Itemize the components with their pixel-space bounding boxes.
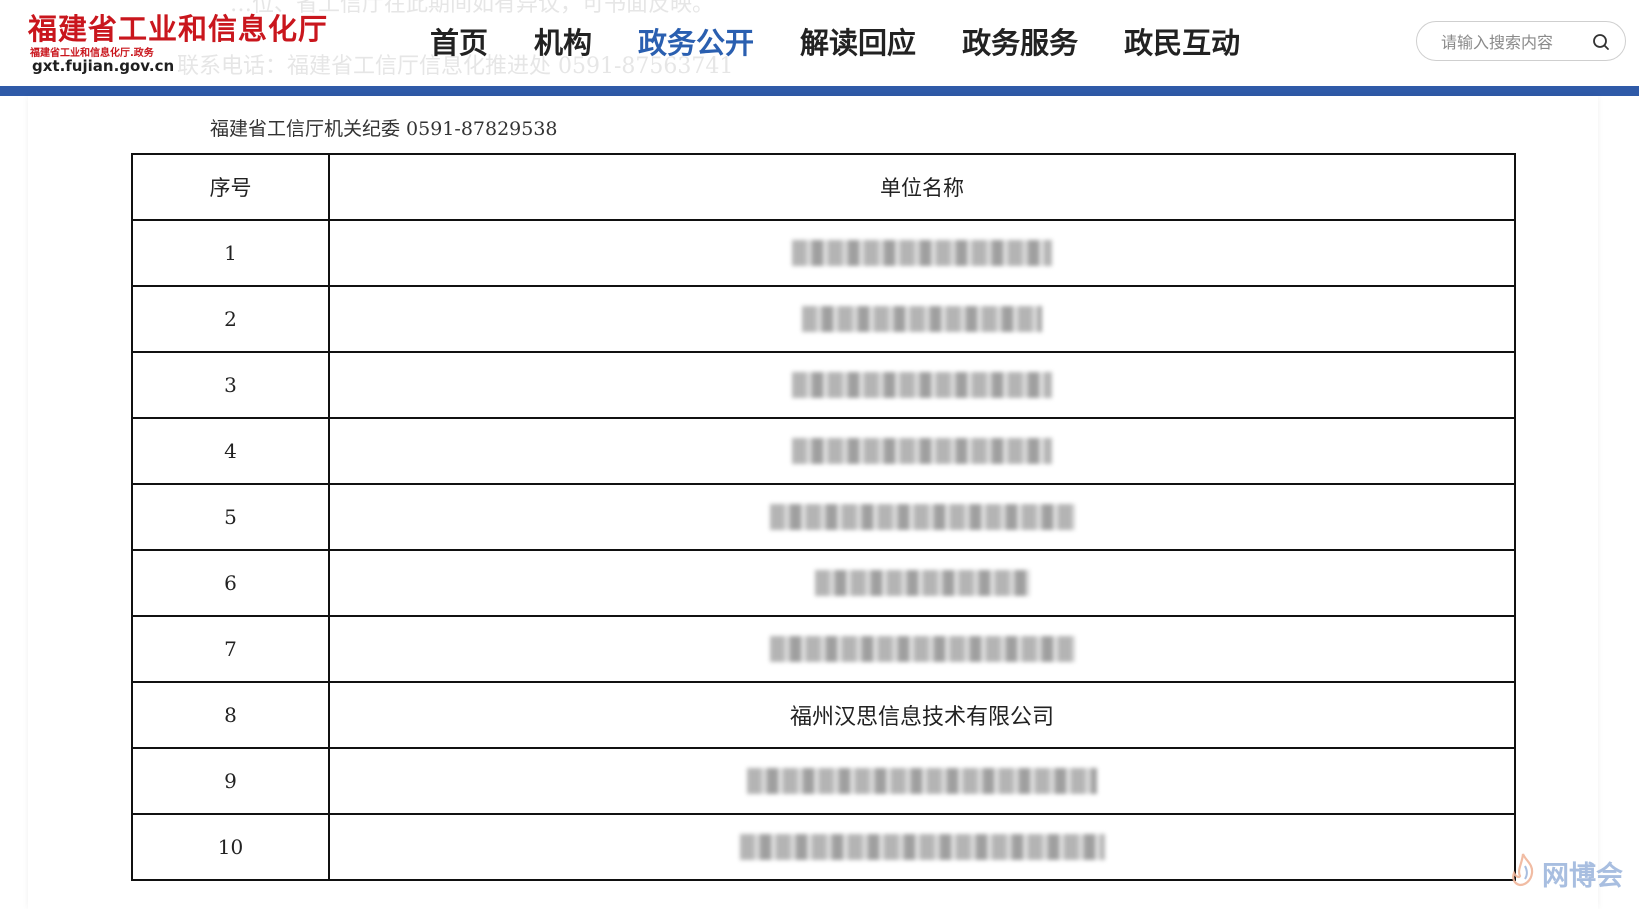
- unit-name-cell: [328, 747, 1516, 815]
- row-index: 9: [131, 747, 330, 815]
- redacted-unit-name: [802, 306, 1042, 332]
- row-index: 8: [131, 681, 330, 749]
- unit-name-cell: [328, 549, 1516, 617]
- nav-item-interpretation[interactable]: 解读回应: [800, 20, 916, 66]
- units-table: 序号 单位名称 1 2 3 4 5 6 7 8 福州汉思信息技术有限公司 9 10: [131, 153, 1516, 881]
- table-row: 4: [131, 417, 1516, 485]
- row-index: 7: [131, 615, 330, 683]
- unit-name-cell: [328, 483, 1516, 551]
- row-index: 2: [131, 285, 330, 353]
- unit-name-cell: [328, 615, 1516, 683]
- unit-name-cell: [328, 351, 1516, 419]
- main-nav: 首页 机构 政务公开 解读回应 政务服务 政民互动: [430, 20, 1286, 66]
- redacted-unit-name: [792, 240, 1052, 266]
- logo-title: 福建省工业和信息化厅: [28, 12, 329, 46]
- page: …位、省工信厅在此期间如有异议，可书面反映。 福建省工业和信息化厅 福建省工业和…: [0, 0, 1639, 909]
- redacted-unit-name: [792, 438, 1052, 464]
- unit-name-cell: [328, 417, 1516, 485]
- row-index: 3: [131, 351, 330, 419]
- flame-icon: [1508, 849, 1538, 895]
- table-row: 9: [131, 747, 1516, 815]
- redacted-unit-name: [747, 768, 1097, 794]
- table-row: 5: [131, 483, 1516, 551]
- search-box: [1416, 21, 1626, 61]
- search-input[interactable]: [1439, 29, 1583, 55]
- search-icon[interactable]: [1591, 32, 1611, 52]
- table-row: 1: [131, 219, 1516, 287]
- nav-item-home[interactable]: 首页: [430, 20, 488, 66]
- row-index: 5: [131, 483, 330, 551]
- row-index: 10: [131, 813, 330, 881]
- row-index: 4: [131, 417, 330, 485]
- table-row: 10: [131, 813, 1516, 881]
- unit-name: 福州汉思信息技术有限公司: [789, 705, 1054, 730]
- table-body: 1 2 3 4 5 6 7 8 福州汉思信息技术有限公司 9 10: [131, 219, 1516, 881]
- redacted-unit-name: [769, 636, 1075, 662]
- logo-url: gxt.fujian.gov.cn: [32, 57, 175, 75]
- column-header-index: 序号: [131, 153, 330, 221]
- row-index: 1: [131, 219, 330, 287]
- table-row: 3: [131, 351, 1516, 419]
- unit-name-cell: 福州汉思信息技术有限公司: [328, 681, 1516, 749]
- unit-name-cell: [328, 219, 1516, 287]
- contact-line: 福建省工信厅机关纪委 0591-87829538: [210, 118, 558, 140]
- header-accent-bar: [0, 86, 1639, 96]
- nav-item-organization[interactable]: 机构: [534, 20, 592, 66]
- row-index: 6: [131, 549, 330, 617]
- site-header: 福建省工业和信息化厅 福建省工业和信息化厅.政务 gxt.fujian.gov.…: [0, 0, 1639, 86]
- redacted-unit-name: [739, 834, 1105, 860]
- table-row: 8 福州汉思信息技术有限公司: [131, 681, 1516, 749]
- table-row: 7: [131, 615, 1516, 683]
- watermark: 网博会: [1508, 849, 1623, 895]
- redacted-unit-name: [769, 504, 1075, 530]
- article-content: 福建省工信厅机关纪委 0591-87829538 序号 单位名称 1234567…: [28, 96, 1598, 909]
- table-row: 2: [131, 285, 1516, 353]
- table-header-row: 序号 单位名称: [131, 153, 1516, 221]
- table-row: 6: [131, 549, 1516, 617]
- redacted-unit-name: [792, 372, 1052, 398]
- nav-item-services[interactable]: 政务服务: [962, 20, 1078, 66]
- watermark-label: 网博会: [1542, 861, 1623, 892]
- unit-name-cell: [328, 813, 1516, 881]
- nav-item-government-affairs[interactable]: 政务公开: [638, 20, 754, 66]
- redacted-unit-name: [814, 570, 1030, 596]
- nav-item-interaction[interactable]: 政民互动: [1124, 20, 1240, 66]
- column-header-unit-name: 单位名称: [328, 153, 1516, 221]
- unit-name-cell: [328, 285, 1516, 353]
